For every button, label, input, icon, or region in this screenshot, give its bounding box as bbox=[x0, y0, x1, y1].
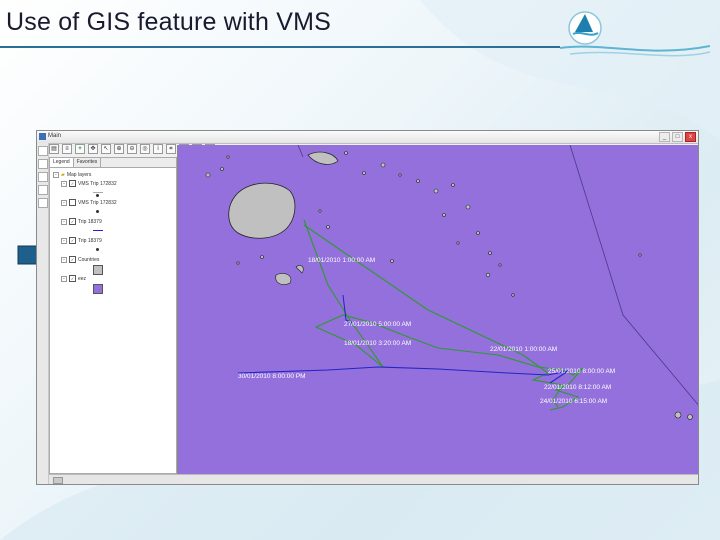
legend-panel: Legend Favorites − ▰ Map layers − ✓ VMS … bbox=[49, 157, 177, 474]
gis-application-window: Main _ □ x ▤ ≡ + ✥ ↖ ⊕ ⊖ ◎ i ⌗ ◀ ▶ ↻ Leg… bbox=[36, 130, 699, 485]
expand-icon[interactable]: − bbox=[61, 275, 67, 282]
title-divider bbox=[0, 46, 560, 48]
scrollbar-thumb[interactable] bbox=[53, 477, 63, 484]
track-point-label: 18/01/2010 1:00:00 AM bbox=[308, 257, 375, 264]
list-icon[interactable]: ≡ bbox=[62, 144, 72, 154]
vms-track-blue-2 bbox=[342, 294, 354, 324]
measure-icon[interactable]: ⌗ bbox=[166, 144, 176, 154]
layer-label: Countries bbox=[78, 256, 100, 263]
layer-checkbox[interactable] bbox=[69, 199, 76, 206]
layer-checkbox[interactable]: ✓ bbox=[69, 218, 76, 225]
layer-checkbox[interactable]: ✓ bbox=[69, 275, 76, 282]
tool-strip-button[interactable] bbox=[38, 159, 48, 169]
side-toolstrip bbox=[37, 143, 49, 484]
map-svg: 18/01/2010 1:00:00 AM 27/01/2010 5:00:00… bbox=[205, 145, 698, 420]
add-layer-icon[interactable]: + bbox=[75, 144, 85, 154]
layer-label: Trip 18379 bbox=[78, 218, 102, 225]
track-point-label: 30/01/2010 8:00:00 PM bbox=[238, 373, 306, 380]
island-main bbox=[228, 182, 296, 239]
layer-item[interactable]: − ✓ eez bbox=[53, 274, 176, 283]
track-point-label: 25/01/2010 8:00:00 AM bbox=[548, 368, 615, 375]
layer-item[interactable]: − ✓ Trip 18379 bbox=[53, 217, 176, 226]
tab-favorites[interactable]: Favorites bbox=[74, 158, 102, 167]
slide-title: Use of GIS feature with VMS bbox=[6, 8, 331, 36]
tool-strip-button[interactable] bbox=[38, 172, 48, 182]
layer-item[interactable]: − ✓ VMS Trip 172832 bbox=[53, 179, 176, 188]
select-icon[interactable]: ↖ bbox=[101, 144, 111, 154]
expand-icon[interactable]: − bbox=[61, 180, 67, 187]
track-point-label: 24/01/2010 6:15:00 AM bbox=[540, 398, 607, 405]
track-point-label: 18/01/2010 3:20:00 AM bbox=[344, 340, 411, 347]
layer-item[interactable]: − ✓ Trip 18379 bbox=[53, 236, 176, 245]
island bbox=[307, 151, 339, 165]
tab-legend[interactable]: Legend bbox=[50, 158, 74, 167]
expand-icon[interactable]: − bbox=[61, 237, 67, 244]
tool-strip-button[interactable] bbox=[38, 185, 48, 195]
zoom-out-icon[interactable]: ⊖ bbox=[127, 144, 137, 154]
close-button[interactable]: x bbox=[685, 132, 696, 142]
track-point-label: 27/01/2010 5:00:00 AM bbox=[344, 321, 411, 328]
tool-strip-button[interactable] bbox=[38, 198, 48, 208]
identify-icon[interactable]: i bbox=[153, 144, 163, 154]
layer-checkbox[interactable]: ✓ bbox=[69, 237, 76, 244]
minimize-button[interactable]: _ bbox=[659, 132, 670, 142]
layer-label: VMS Trip 172832 bbox=[78, 199, 117, 206]
expand-icon[interactable]: − bbox=[61, 218, 67, 225]
legend-tabs: Legend Favorites bbox=[50, 158, 176, 168]
layer-symbol bbox=[53, 264, 176, 275]
track-point-label: 22/01/2010 1:00:00 AM bbox=[490, 346, 557, 353]
layer-symbol bbox=[53, 283, 176, 294]
layer-label: VMS Trip 172832 bbox=[78, 180, 117, 187]
layer-item[interactable]: − ✓ Countries bbox=[53, 255, 176, 264]
vms-track-green-2 bbox=[303, 224, 564, 408]
zoom-in-icon[interactable]: ⊕ bbox=[114, 144, 124, 154]
layer-item[interactable]: − VMS Trip 172832 bbox=[53, 198, 176, 207]
tool-strip-button[interactable] bbox=[38, 146, 48, 156]
folder-icon: ▰ bbox=[61, 171, 65, 178]
window-title: Main bbox=[48, 133, 62, 139]
layer-symbol bbox=[53, 245, 176, 255]
layer-checkbox[interactable]: ✓ bbox=[69, 256, 76, 263]
eez-boundary bbox=[297, 145, 304, 158]
layer-symbol bbox=[53, 226, 176, 236]
layer-symbol bbox=[53, 188, 176, 198]
expand-icon[interactable]: − bbox=[61, 199, 67, 206]
map-canvas[interactable]: 18/01/2010 1:00:00 AM 27/01/2010 5:00:00… bbox=[178, 145, 698, 474]
layer-label: Trip 18379 bbox=[78, 237, 102, 244]
app-icon bbox=[39, 133, 46, 140]
layer-label: eez bbox=[78, 275, 87, 282]
maximize-button[interactable]: □ bbox=[672, 132, 683, 142]
expand-icon[interactable]: − bbox=[61, 256, 67, 263]
layer-tree: − ▰ Map layers − ✓ VMS Trip 172832 − VMS… bbox=[50, 168, 176, 294]
track-point-label: 22/01/2010 8:12:00 AM bbox=[544, 384, 611, 391]
horizontal-scrollbar[interactable] bbox=[49, 474, 698, 484]
layer-checkbox[interactable]: ✓ bbox=[69, 180, 76, 187]
layer-root-label: Map layers bbox=[66, 171, 92, 178]
collapse-icon[interactable]: − bbox=[53, 171, 59, 178]
layer-symbol bbox=[53, 207, 176, 217]
pan-icon[interactable]: ✥ bbox=[88, 144, 98, 154]
full-extent-icon[interactable]: ◎ bbox=[140, 144, 150, 154]
organization-logo bbox=[560, 11, 710, 57]
layers-icon[interactable]: ▤ bbox=[49, 144, 59, 154]
layer-root[interactable]: − ▰ Map layers bbox=[53, 170, 176, 179]
